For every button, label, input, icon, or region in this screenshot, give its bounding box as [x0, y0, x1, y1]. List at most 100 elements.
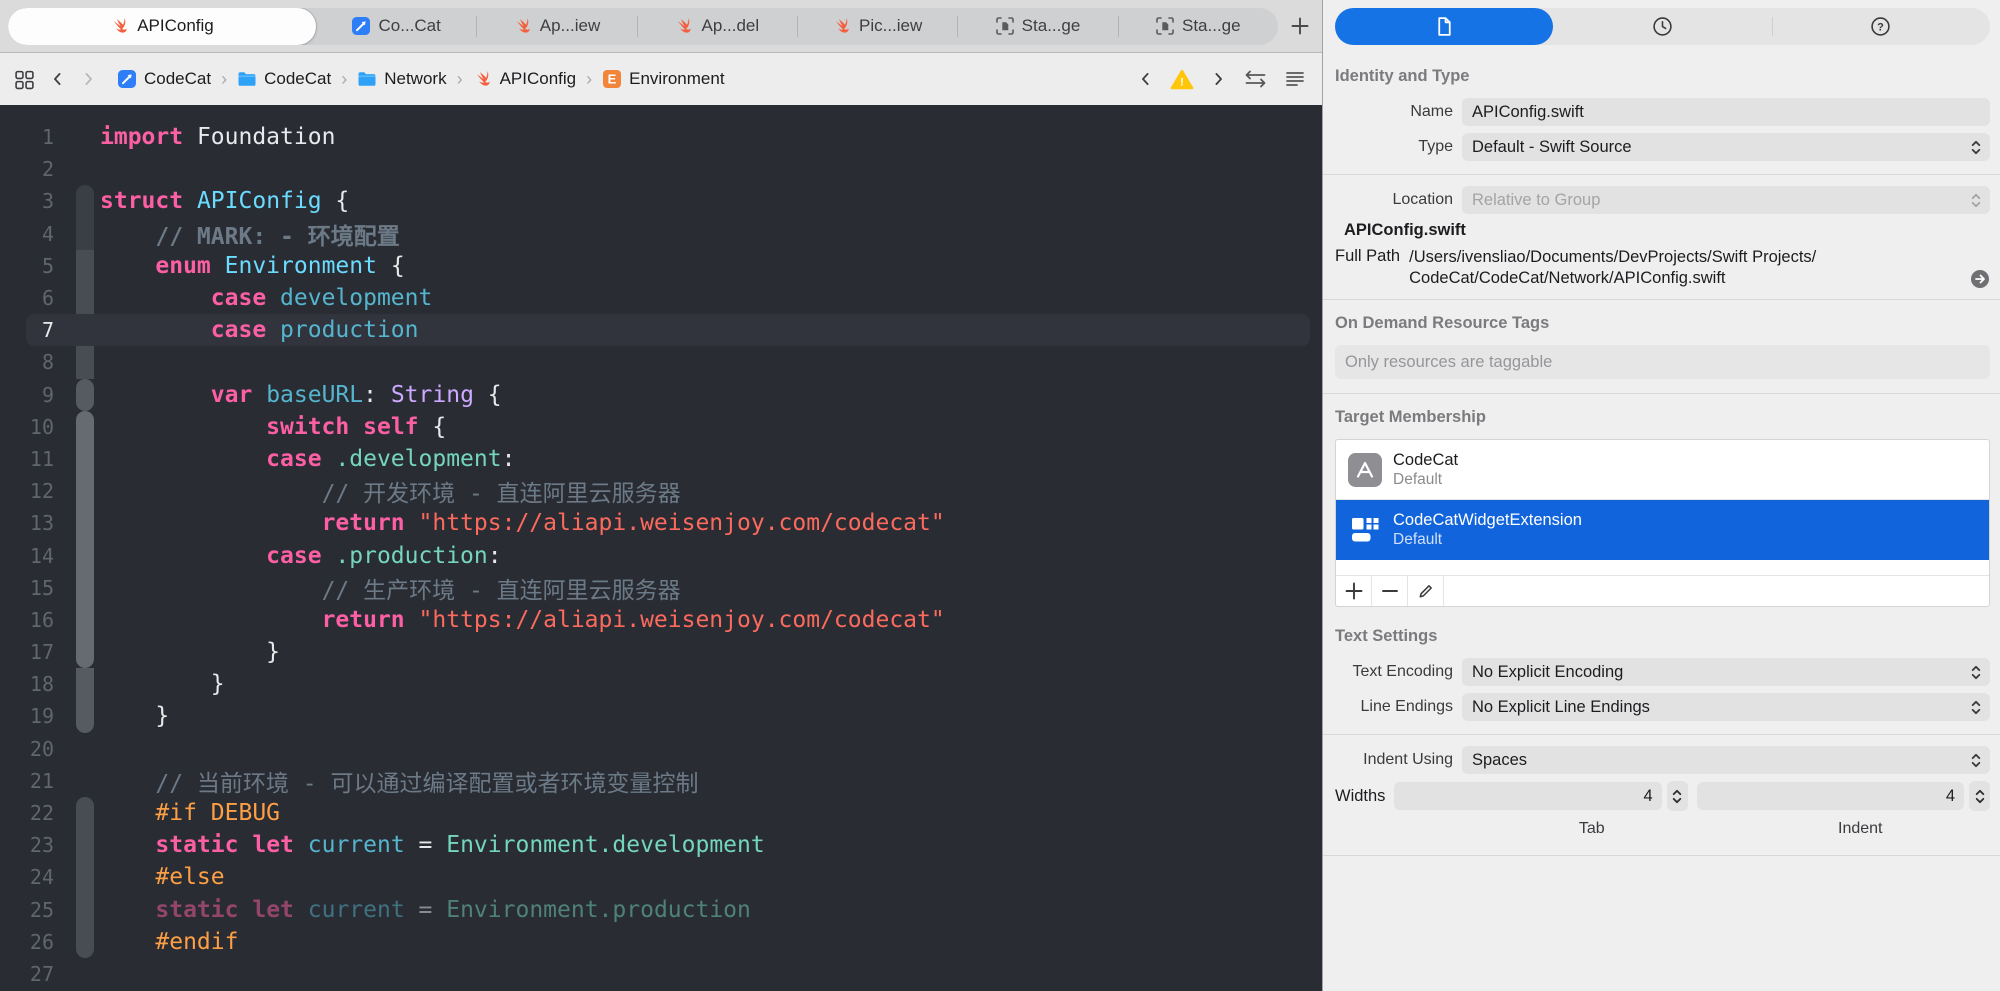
code-line-10[interactable]: 10 switch self { [0, 411, 1322, 443]
code-text: } [100, 639, 281, 666]
tab-width-stepper[interactable] [1666, 781, 1688, 812]
code-line-18[interactable]: 18 } [0, 668, 1322, 700]
breadcrumb-separator: › [341, 68, 348, 89]
inspector-segmented-control: ? [1335, 8, 1990, 45]
identity-section-header: Identity and Type [1335, 67, 1470, 85]
code-line-11[interactable]: 11 case .development: [0, 443, 1322, 475]
code-line-27[interactable]: 27 [0, 958, 1322, 990]
swift-icon [110, 16, 130, 36]
target-membership-list: CodeCat Default CodeCatWidgetExtension Defa… [1335, 439, 1990, 608]
file-inspector-tab[interactable] [1335, 8, 1554, 45]
remove-target-button[interactable] [1372, 576, 1408, 607]
code-line-14[interactable]: 14 case .production: [0, 539, 1322, 571]
code-line-9[interactable]: 9 var baseURL: String { [0, 379, 1322, 411]
editor-tab-co-cat[interactable]: Co...Cat [316, 8, 476, 45]
breadcrumb-separator: › [586, 68, 593, 89]
related-items-icon[interactable] [14, 69, 35, 90]
code-line-15[interactable]: 15 // 生产环境 - 直连阿里云服务器 [0, 572, 1322, 604]
breadcrumb-separator: › [221, 68, 228, 89]
line-number: 1 [41, 125, 54, 150]
indent-width-field[interactable]: 4 [1696, 782, 1964, 811]
breadcrumb-item-apiconfig[interactable]: APIConfig [473, 69, 576, 89]
type-dropdown[interactable]: Default - Swift Source [1462, 133, 1990, 161]
swap-editor-icon[interactable] [1243, 68, 1268, 90]
line-number: 11 [29, 446, 54, 471]
target-list-toolbar [1336, 576, 1989, 607]
indent-width-stepper[interactable] [1969, 781, 1990, 812]
code-line-20[interactable]: 20 [0, 733, 1322, 765]
app-icon [351, 16, 371, 36]
breadcrumb-item-codecat[interactable]: CodeCat [237, 69, 331, 89]
code-line-6[interactable]: 6 case development [0, 282, 1322, 314]
navigate-forward-icon[interactable] [80, 69, 97, 89]
code-line-12[interactable]: 12 // 开发环境 - 直连阿里云服务器 [0, 475, 1322, 507]
code-text: var baseURL: String { [210, 381, 502, 408]
code-line-17[interactable]: 17 } [0, 636, 1322, 668]
indent-caption: Indent [1838, 820, 1883, 838]
target-row-codecat[interactable]: CodeCat Default [1336, 440, 1989, 501]
breadcrumb-item-network[interactable]: Network [357, 69, 447, 89]
code-line-8[interactable]: 8 [0, 346, 1322, 378]
line-number: 9 [41, 382, 54, 407]
breadcrumb-item-codecat[interactable]: CodeCat [117, 69, 211, 89]
code-line-21[interactable]: 21 // 当前环境 - 可以通过编译配置或者环境变量控制 [0, 765, 1322, 797]
text-encoding-dropdown[interactable]: No Explicit Encoding [1462, 658, 1990, 687]
code-line-2[interactable]: 2 [0, 153, 1322, 185]
code-line-19[interactable]: 19 } [0, 700, 1322, 732]
code-line-7[interactable]: 7 case production [0, 314, 1322, 347]
breadcrumb-label: CodeCat [144, 69, 212, 88]
editor-tab-pic-iew[interactable]: Pic...iew [796, 8, 957, 45]
name-field[interactable]: APIConfig.swift [1462, 98, 1990, 126]
navigate-back-icon[interactable] [49, 69, 66, 89]
full-path-value: /Users/ivensliao/Documents/DevProjects/S… [1409, 247, 1990, 289]
code-line-25[interactable]: 25 static let current = Environment.prod… [0, 894, 1322, 926]
editor-tab-ap-del[interactable]: Ap...del [636, 8, 797, 45]
previous-issue-icon[interactable] [1137, 69, 1154, 89]
breadcrumb: CodeCat › CodeCat › Network › APIConfig › E Envir… [117, 69, 725, 90]
add-target-button[interactable] [1336, 576, 1372, 607]
code-line-22[interactable]: 22 #if DEBUG [0, 797, 1322, 829]
quick-help-inspector-tab[interactable]: ? [1771, 8, 1990, 45]
tab-width-field[interactable]: 4 [1394, 782, 1662, 811]
editor-tab-apiconfig[interactable]: APIConfig [8, 7, 316, 45]
warning-icon[interactable]: ! [1170, 69, 1194, 90]
line-number: 27 [29, 961, 54, 986]
breadcrumb-item-environment[interactable]: E Environment [602, 69, 725, 89]
breadcrumb-bar: CodeCat › CodeCat › Network › APIConfig › E Envir… [0, 53, 1322, 105]
indent-using-dropdown[interactable]: Spaces [1462, 746, 1990, 775]
code-line-26[interactable]: 26 #endif [0, 926, 1322, 958]
location-dropdown[interactable]: Relative to Group [1462, 186, 1990, 214]
target-row-codecatwidgetextension[interactable]: CodeCatWidgetExtension Default [1336, 500, 1989, 561]
editor-tab-sta-ge[interactable]: Sta...ge [1117, 8, 1278, 45]
reveal-path-arrow-button[interactable] [1970, 269, 1990, 289]
adjust-editor-icon[interactable] [1284, 69, 1306, 89]
code-line-23[interactable]: 23 static let current = Environment.deve… [0, 829, 1322, 861]
enumE-icon: E [602, 69, 622, 89]
divider [1323, 174, 2000, 175]
edit-target-button[interactable] [1408, 576, 1444, 607]
code-text: // 当前环境 - 可以通过编译配置或者环境变量控制 [155, 770, 699, 797]
line-number: 25 [29, 897, 54, 922]
code-text: // MARK: - 环境配置 [155, 223, 400, 250]
code-editor[interactable]: 1 import Foundation 2 3 struct APIConfig {4 … [0, 105, 1322, 991]
history-inspector-tab[interactable] [1553, 8, 1771, 45]
editor-tab-ap-iew[interactable]: Ap...iew [476, 8, 636, 45]
add-tab-button[interactable] [1278, 0, 1322, 53]
line-endings-dropdown[interactable]: No Explicit Line Endings [1462, 693, 1990, 722]
name-label: Name [1410, 103, 1453, 120]
line-number: 24 [29, 865, 54, 890]
code-line-13[interactable]: 13 return "https://aliapi.weisenjoy.com/… [0, 507, 1322, 539]
divider [1323, 855, 2000, 857]
code-line-5[interactable]: 5 enum Environment { [0, 250, 1322, 282]
code-line-4[interactable]: 4 // MARK: - 环境配置 [0, 218, 1322, 250]
updown-chevrons-icon [1970, 751, 1982, 770]
editor-tab-sta-ge[interactable]: Sta...ge [957, 8, 1117, 45]
code-line-3[interactable]: 3 struct APIConfig { [0, 185, 1322, 217]
next-issue-icon[interactable] [1210, 69, 1227, 89]
breadcrumb-label: Network [384, 69, 447, 88]
line-number: 15 [29, 575, 54, 600]
code-line-1[interactable]: 1 import Foundation [0, 121, 1322, 153]
code-line-16[interactable]: 16 return "https://aliapi.weisenjoy.com/… [0, 604, 1322, 636]
code-line-24[interactable]: 24 #else [0, 861, 1322, 893]
type-label: Type [1418, 138, 1453, 155]
